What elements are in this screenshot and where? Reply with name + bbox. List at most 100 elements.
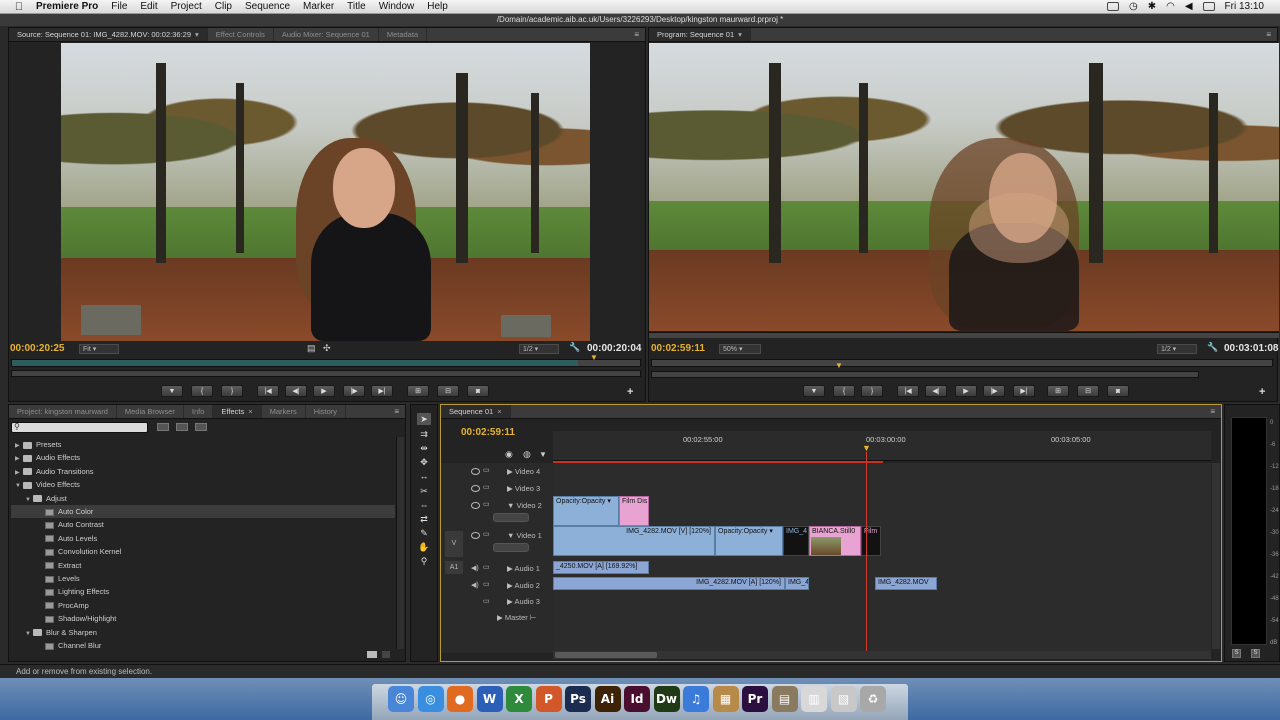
keyframe-nav[interactable]: [493, 543, 529, 552]
clip-v2-opacity[interactable]: Opacity:Opacity ▾: [553, 496, 619, 526]
trash-icon[interactable]: ♻: [860, 686, 886, 712]
illustrator-icon[interactable]: Ai: [594, 686, 621, 712]
export-frame-button[interactable]: ◙: [1107, 385, 1129, 397]
tab-sequence-01[interactable]: Sequence 01 ×: [441, 405, 511, 418]
display-icon[interactable]: [1106, 2, 1119, 11]
wrench-icon[interactable]: 🔧: [1207, 342, 1218, 353]
track-lock-icon[interactable]: ▭: [483, 500, 492, 508]
track-lock-icon[interactable]: ▭: [483, 530, 492, 538]
track-lock-icon[interactable]: ▭: [483, 563, 492, 571]
settings-icon[interactable]: ▤: [307, 343, 316, 354]
go-to-in-button[interactable]: |◀: [897, 385, 919, 397]
snap-icon[interactable]: ◉: [505, 449, 513, 460]
bluetooth-icon[interactable]: ✱: [1148, 1, 1156, 12]
finder-icon[interactable]: ☺: [388, 686, 414, 712]
menu-help[interactable]: Help: [427, 1, 448, 12]
go-to-out-button[interactable]: ▶|: [1013, 385, 1035, 397]
track-video-2[interactable]: ▼ Video 2: [507, 501, 542, 510]
toggle-track-output-icon[interactable]: [471, 468, 480, 475]
track-audio-3[interactable]: ▶ Audio 3: [507, 597, 540, 606]
effect-item[interactable]: ProcAmp: [11, 599, 395, 612]
track-audio-1[interactable]: ▶ Audio 1: [507, 564, 540, 573]
program-resolution-select[interactable]: 1/2 ▾: [1157, 344, 1197, 354]
menu-title[interactable]: Title: [347, 1, 366, 12]
source-video-frame[interactable]: [61, 43, 590, 341]
preview-icon[interactable]: ▦: [712, 686, 739, 712]
clip-a2-img[interactable]: IMG_4: [785, 577, 809, 590]
drag-icon[interactable]: ✣: [323, 343, 331, 354]
go-to-out-button[interactable]: ▶|: [371, 385, 393, 397]
effects-folder[interactable]: ▼ Blur & Sharpen: [11, 626, 395, 639]
tab-info[interactable]: Info: [184, 405, 214, 418]
rolling-edit-tool-icon[interactable]: ✥: [417, 456, 431, 468]
source-zoom-bar[interactable]: [11, 370, 641, 377]
yuv-effects-icon[interactable]: [195, 423, 207, 431]
button-editor-icon[interactable]: +: [1259, 386, 1265, 398]
clip-v2-film-dissolve[interactable]: Film Dis: [619, 496, 649, 526]
dropdown-icon[interactable]: ▾: [195, 30, 199, 39]
extract-button[interactable]: ⊟: [1077, 385, 1099, 397]
tab-metadata[interactable]: Metadata: [379, 28, 428, 41]
panel-menu-icon[interactable]: ≡: [1204, 405, 1221, 418]
effects-search-input[interactable]: ⚲: [11, 422, 148, 433]
solo-right-button[interactable]: S: [1251, 649, 1260, 658]
32-bit-effects-icon[interactable]: [176, 423, 188, 431]
program-timecode-current[interactable]: 00:02:59:11: [651, 343, 705, 354]
track-area[interactable]: [553, 463, 1211, 653]
insert-button[interactable]: ⊞: [407, 385, 429, 397]
pen-tool-icon[interactable]: ✎: [417, 527, 431, 539]
track-video-1[interactable]: ▼ Video 1: [507, 531, 542, 540]
tab-project[interactable]: Project: kingston maurward: [9, 405, 117, 418]
add-marker-button[interactable]: ▼: [803, 385, 825, 397]
program-zoom-bar[interactable]: [651, 371, 1199, 378]
add-marker-button[interactable]: ▼: [161, 385, 183, 397]
panel-menu-icon[interactable]: ≡: [628, 28, 645, 41]
slip-tool-icon[interactable]: ⇔: [417, 499, 431, 511]
delete-icon[interactable]: [382, 651, 390, 658]
effects-folder[interactable]: ▼ Adjust: [11, 492, 395, 505]
clip-a2-main[interactable]: IMG_4282.MOV [A] [120%]: [553, 577, 785, 590]
tab-effects[interactable]: Effects ×: [213, 405, 262, 418]
wrench-icon[interactable]: 🔧: [569, 342, 580, 353]
files-icon[interactable]: ▥: [801, 686, 827, 712]
clip-v1-opacity[interactable]: Opacity:Opacity ▾: [715, 526, 783, 556]
track-lock-icon[interactable]: ▭: [483, 580, 492, 588]
new-bin-icon[interactable]: [367, 651, 377, 658]
effect-item[interactable]: Auto Contrast: [11, 518, 395, 531]
premiere-icon[interactable]: Pr: [742, 686, 768, 712]
menu-edit[interactable]: Edit: [140, 1, 157, 12]
speaker-icon[interactable]: ◀): [471, 581, 480, 589]
dreamweaver-icon[interactable]: Dw: [653, 686, 680, 712]
track-select-tool-icon[interactable]: ⇉: [417, 428, 431, 440]
solo-left-button[interactable]: S: [1232, 649, 1241, 658]
panel-menu-icon[interactable]: ≡: [1260, 28, 1277, 41]
source-zoom-select[interactable]: Fit ▾: [79, 344, 119, 354]
track-video-4[interactable]: ▶ Video 4: [507, 467, 540, 476]
timeline-vscrollbar[interactable]: [1212, 463, 1220, 649]
toggle-track-output-icon[interactable]: [471, 502, 480, 509]
step-forward-button[interactable]: |▶: [983, 385, 1005, 397]
safari-icon[interactable]: ◎: [417, 686, 444, 712]
step-back-button[interactable]: ◀|: [285, 385, 307, 397]
playhead-icon[interactable]: ▼: [590, 353, 598, 362]
battery-icon[interactable]: [1202, 2, 1215, 11]
track-lock-icon[interactable]: ▭: [483, 466, 492, 474]
firefox-icon[interactable]: ●: [447, 686, 473, 712]
zoom-tool-icon[interactable]: ⚲: [417, 555, 431, 567]
effect-item[interactable]: Shadow/Highlight: [11, 612, 395, 625]
apple-icon[interactable]: : [12, 1, 26, 13]
tab-source[interactable]: Source: Sequence 01: IMG_4282.MOV: 00:02…: [9, 28, 208, 41]
razor-tool-icon[interactable]: ✂: [417, 485, 431, 497]
tab-markers[interactable]: Markers: [262, 405, 306, 418]
menu-file[interactable]: File: [111, 1, 127, 12]
selection-tool-icon[interactable]: ➤: [417, 413, 431, 425]
indesign-icon[interactable]: Id: [624, 686, 650, 712]
source-track-a1[interactable]: A1: [445, 561, 463, 574]
menu-project[interactable]: Project: [171, 1, 202, 12]
source-scrub-bar[interactable]: [11, 359, 641, 367]
effects-folder[interactable]: ▶ Presets: [11, 438, 395, 451]
time-machine-icon[interactable]: ◷: [1129, 1, 1138, 12]
effects-folder[interactable]: ▶ Audio Effects: [11, 451, 395, 464]
set-encore-marker-icon[interactable]: ◍: [523, 449, 531, 460]
clip-v1-main[interactable]: IMG_4282.MOV [V] [120%]: [553, 526, 715, 556]
